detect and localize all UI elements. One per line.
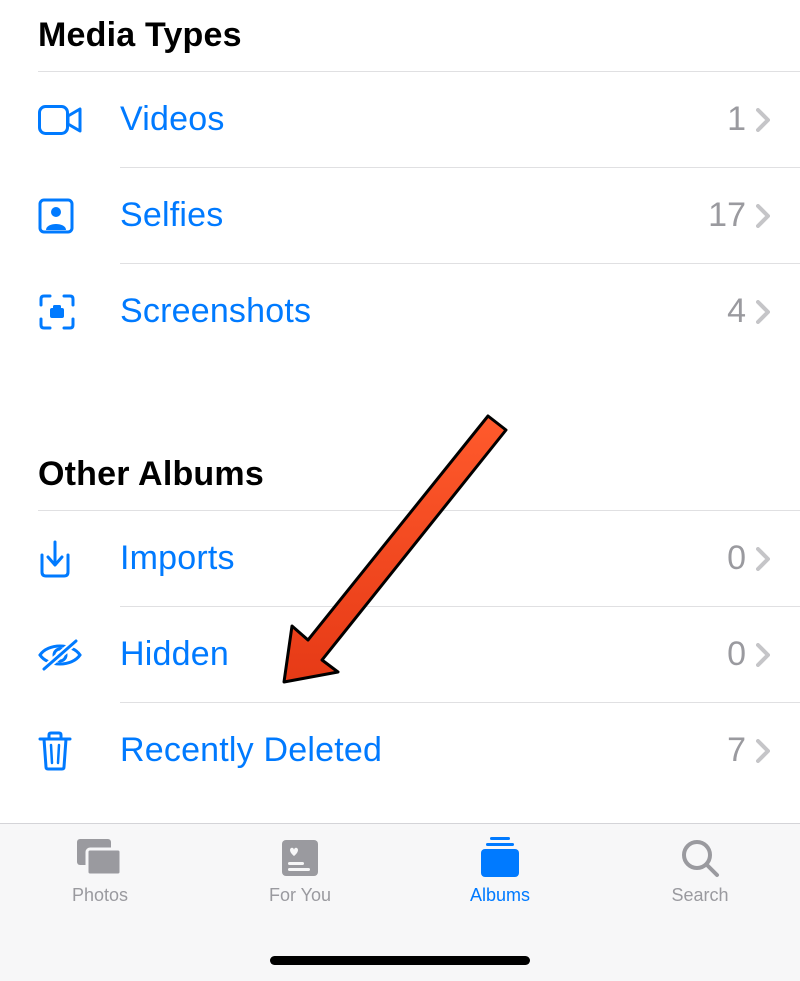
screenshots-icon <box>38 293 120 331</box>
row-hidden-label: Hidden <box>120 635 727 674</box>
section-header-media-types: Media Types <box>0 0 800 71</box>
tab-foryou-label: For You <box>269 885 331 906</box>
row-videos-count: 1 <box>727 100 746 139</box>
chevron-right-icon <box>756 739 770 763</box>
chevron-right-icon <box>756 204 770 228</box>
tab-photos-label: Photos <box>72 885 128 906</box>
section-header-other-albums: Other Albums <box>0 359 800 510</box>
selfies-icon <box>38 198 120 234</box>
row-selfies-count: 17 <box>708 196 746 235</box>
row-imports-count: 0 <box>727 539 746 578</box>
search-icon <box>680 836 720 880</box>
row-recently-deleted-count: 7 <box>727 731 746 770</box>
tab-bar: Photos For You Albums <box>0 823 800 981</box>
row-recently-deleted-label: Recently Deleted <box>120 731 727 770</box>
home-indicator <box>270 956 530 965</box>
row-selfies-label: Selfies <box>120 196 708 235</box>
foryou-icon <box>280 836 320 880</box>
row-hidden-count: 0 <box>727 635 746 674</box>
tab-albums-label: Albums <box>470 885 530 906</box>
tab-photos[interactable]: Photos <box>0 836 200 981</box>
chevron-right-icon <box>756 547 770 571</box>
row-hidden[interactable]: Hidden 0 <box>0 607 800 702</box>
row-screenshots[interactable]: Screenshots 4 <box>0 264 800 359</box>
row-selfies[interactable]: Selfies 17 <box>0 168 800 263</box>
albums-icon <box>478 836 522 880</box>
trash-icon <box>38 731 120 771</box>
row-videos[interactable]: Videos 1 <box>0 72 800 167</box>
tab-search-label: Search <box>671 885 728 906</box>
row-videos-label: Videos <box>120 100 727 139</box>
chevron-right-icon <box>756 643 770 667</box>
row-imports-label: Imports <box>120 539 727 578</box>
row-screenshots-label: Screenshots <box>120 292 727 331</box>
imports-icon <box>38 540 120 578</box>
hidden-icon <box>38 639 120 671</box>
row-imports[interactable]: Imports 0 <box>0 511 800 606</box>
row-screenshots-count: 4 <box>727 292 746 331</box>
videos-icon <box>38 105 120 135</box>
chevron-right-icon <box>756 108 770 132</box>
row-recently-deleted[interactable]: Recently Deleted 7 <box>0 703 800 798</box>
photos-icon <box>75 836 125 880</box>
chevron-right-icon <box>756 300 770 324</box>
tab-search[interactable]: Search <box>600 836 800 981</box>
